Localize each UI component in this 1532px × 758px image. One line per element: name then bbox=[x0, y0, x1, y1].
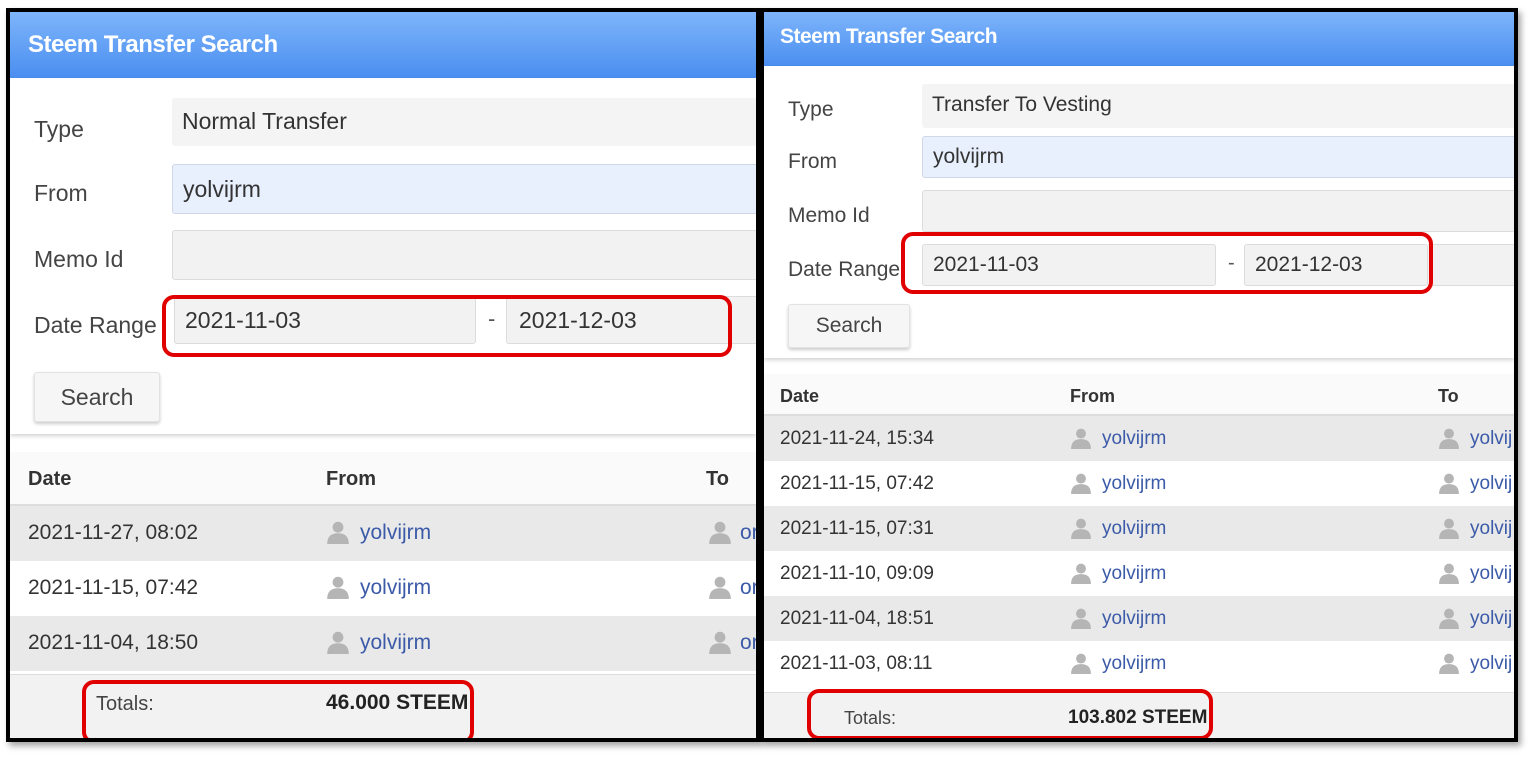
row-date: 2021-11-15, 07:31 bbox=[780, 518, 934, 539]
col-to-header[interactable]: To bbox=[706, 468, 729, 491]
date-end-input[interactable]: 2021-12-03 bbox=[506, 296, 756, 344]
row-date: 2021-11-03, 08:11 bbox=[780, 653, 933, 674]
search-form: Type Normal Transfer From yolvijrm Memo … bbox=[10, 78, 756, 434]
row-date: 2021-11-24, 15:34 bbox=[780, 428, 934, 449]
user-icon bbox=[1438, 562, 1460, 589]
results-table: Date From To 2021-11-24, 15:34 yolvijrm yo… bbox=[764, 374, 1514, 738]
panel-title: Steem Transfer Search bbox=[764, 12, 1514, 66]
row-from-user-link[interactable]: yolvijrm bbox=[360, 631, 431, 655]
table-row: 2021-11-10, 09:09 yolvijrm yolvij bbox=[764, 551, 1514, 596]
date-range-filler bbox=[1428, 244, 1514, 286]
from-label: From bbox=[788, 150, 837, 173]
user-icon bbox=[1070, 652, 1092, 679]
type-label: Type bbox=[34, 116, 84, 142]
user-icon bbox=[326, 575, 350, 604]
panel-title: Steem Transfer Search bbox=[10, 12, 756, 78]
row-to-user-link[interactable]: yolvij bbox=[1470, 518, 1512, 540]
row-date: 2021-11-04, 18:50 bbox=[28, 631, 199, 654]
row-from-user-link[interactable]: yolvijrm bbox=[1102, 428, 1166, 450]
col-date-header[interactable]: Date bbox=[28, 468, 71, 491]
totals-label: Totals: bbox=[844, 708, 897, 728]
from-label: From bbox=[34, 180, 88, 206]
row-from-user-link[interactable]: yolvijrm bbox=[1102, 518, 1166, 540]
user-icon bbox=[1438, 472, 1460, 499]
date-end-input[interactable]: 2021-12-03 bbox=[1244, 244, 1428, 286]
table-row: 2021-11-15, 07:42 yolvijrm or bbox=[10, 561, 756, 616]
row-from-user-link[interactable]: yolvijrm bbox=[1102, 608, 1166, 630]
memo-id-input[interactable] bbox=[172, 230, 756, 280]
row-from-user-link[interactable]: yolvijrm bbox=[1102, 563, 1166, 585]
date-start-input[interactable]: 2021-11-03 bbox=[922, 244, 1216, 286]
col-from-header[interactable]: From bbox=[1070, 386, 1115, 407]
transfer-search-panel-right: Steem Transfer Search Type Transfer To V… bbox=[760, 8, 1518, 742]
user-icon bbox=[1438, 652, 1460, 679]
user-icon bbox=[326, 630, 350, 659]
row-date: 2021-11-10, 09:09 bbox=[780, 563, 934, 584]
type-select[interactable]: Transfer To Vesting bbox=[922, 84, 1514, 128]
results-table: Date From To 2021-11-27, 08:02 yolvijrm or… bbox=[10, 452, 756, 738]
search-button[interactable]: Search bbox=[788, 304, 910, 348]
user-icon bbox=[1070, 607, 1092, 634]
row-from-user-link[interactable]: yolvijrm bbox=[1102, 473, 1166, 495]
totals-row: Totals: 103.802 STEEM bbox=[764, 692, 1514, 738]
row-date: 2021-11-15, 07:42 bbox=[28, 576, 199, 599]
row-from-user-link[interactable]: yolvijrm bbox=[360, 576, 431, 600]
search-button[interactable]: Search bbox=[34, 372, 160, 422]
type-select[interactable]: Normal Transfer bbox=[172, 98, 756, 146]
col-date-header[interactable]: Date bbox=[780, 386, 819, 407]
table-header: Date From To bbox=[10, 452, 756, 506]
user-icon bbox=[1070, 472, 1092, 499]
user-icon bbox=[708, 575, 732, 604]
type-label: Type bbox=[788, 98, 834, 121]
totals-value: 46.000 STEEM bbox=[326, 691, 469, 714]
user-icon bbox=[708, 520, 732, 549]
user-icon bbox=[1438, 607, 1460, 634]
row-date: 2021-11-27, 08:02 bbox=[28, 521, 199, 544]
date-range-label: Date Range bbox=[788, 258, 901, 281]
date-separator: - bbox=[488, 306, 496, 331]
table-header: Date From To bbox=[764, 374, 1514, 416]
totals-value: 103.802 STEEM bbox=[1068, 707, 1208, 728]
memo-id-label: Memo Id bbox=[788, 204, 870, 227]
transfer-search-panel-left: Steem Transfer Search Type Normal Transf… bbox=[6, 8, 760, 742]
user-icon bbox=[1070, 517, 1092, 544]
search-form: Type Transfer To Vesting From yolvijrm M… bbox=[764, 66, 1514, 358]
date-separator: - bbox=[1228, 252, 1235, 274]
from-input[interactable]: yolvijrm bbox=[172, 164, 756, 214]
table-row: 2021-11-04, 18:50 yolvijrm or bbox=[10, 616, 756, 671]
row-from-user-link[interactable]: yolvijrm bbox=[360, 521, 431, 545]
col-to-header[interactable]: To bbox=[1438, 386, 1459, 407]
from-input[interactable]: yolvijrm bbox=[922, 136, 1514, 178]
user-icon bbox=[1438, 427, 1460, 454]
memo-id-label: Memo Id bbox=[34, 246, 124, 272]
table-row: 2021-11-04, 18:51 yolvijrm yolvij bbox=[764, 596, 1514, 641]
row-to-user-link[interactable]: yolvij bbox=[1470, 608, 1512, 630]
row-from-user-link[interactable]: yolvijrm bbox=[1102, 653, 1166, 675]
row-date: 2021-11-04, 18:51 bbox=[780, 608, 934, 629]
user-icon bbox=[1070, 562, 1092, 589]
user-icon bbox=[708, 630, 732, 659]
date-range-label: Date Range bbox=[34, 312, 157, 338]
table-row: 2021-11-03, 08:11 yolvijrm yolvij bbox=[764, 641, 1514, 686]
totals-label: Totals: bbox=[96, 693, 154, 715]
row-to-user-link[interactable]: yolvij bbox=[1470, 428, 1512, 450]
memo-id-input[interactable] bbox=[922, 190, 1514, 232]
table-row: 2021-11-24, 15:34 yolvijrm yolvij bbox=[764, 416, 1514, 461]
table-row: 2021-11-15, 07:31 yolvijrm yolvij bbox=[764, 506, 1514, 551]
user-icon bbox=[1438, 517, 1460, 544]
row-date: 2021-11-15, 07:42 bbox=[780, 473, 934, 494]
row-to-user-link[interactable]: or bbox=[740, 631, 756, 655]
row-to-user-link[interactable]: yolvij bbox=[1470, 653, 1512, 675]
totals-row: Totals: 46.000 STEEM bbox=[10, 674, 756, 738]
table-row: 2021-11-27, 08:02 yolvijrm or bbox=[10, 506, 756, 561]
row-to-user-link[interactable]: yolvij bbox=[1470, 563, 1512, 585]
row-to-user-link[interactable]: yolvij bbox=[1470, 473, 1512, 495]
table-row: 2021-11-15, 07:42 yolvijrm yolvij bbox=[764, 461, 1514, 506]
user-icon bbox=[1070, 427, 1092, 454]
user-icon bbox=[326, 520, 350, 549]
row-to-user-link[interactable]: or bbox=[740, 576, 756, 600]
date-start-input[interactable]: 2021-11-03 bbox=[174, 296, 476, 344]
row-to-user-link[interactable]: or bbox=[740, 521, 756, 545]
col-from-header[interactable]: From bbox=[326, 468, 376, 491]
